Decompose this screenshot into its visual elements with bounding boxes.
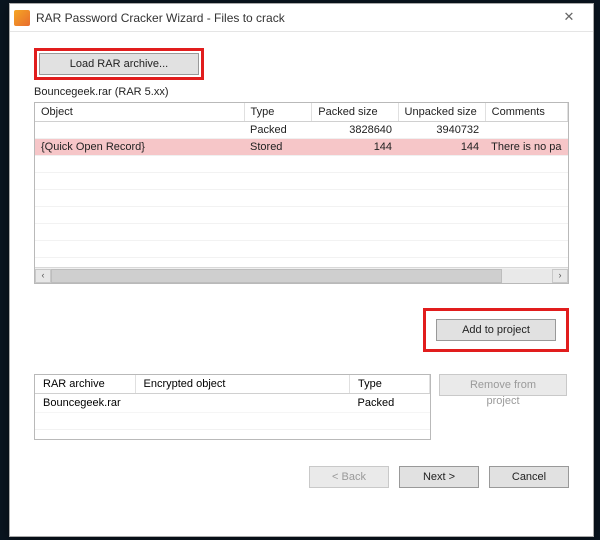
cancel-button[interactable]: Cancel — [489, 466, 569, 488]
app-icon — [14, 10, 30, 26]
scroll-thumb[interactable] — [51, 269, 502, 283]
archive-contents-table: Object Type Packed size Unpacked size Co… — [34, 102, 569, 284]
scroll-left-icon[interactable]: ‹ — [35, 269, 51, 283]
col-comments[interactable]: Comments — [485, 103, 567, 122]
col-encrypted-object[interactable]: Encrypted object — [135, 375, 350, 394]
remove-from-project-button: Remove from project — [439, 374, 567, 396]
col-object[interactable]: Object — [35, 103, 244, 122]
table-header-row: Object Type Packed size Unpacked size Co… — [35, 103, 568, 122]
col-type[interactable]: Type — [350, 375, 430, 394]
table-header-row: RAR archive Encrypted object Type — [35, 375, 430, 394]
col-unpacked-size[interactable]: Unpacked size — [398, 103, 485, 122]
client-area: Load RAR archive... Bouncegeek.rar (RAR … — [10, 32, 593, 500]
table-row[interactable]: {Quick Open Record} Stored 144 144 There… — [35, 139, 568, 156]
horizontal-scrollbar[interactable]: ‹ › — [35, 267, 568, 283]
filename-label: Bouncegeek.rar (RAR 5.xx) — [34, 86, 569, 98]
col-rar-archive[interactable]: RAR archive — [35, 375, 135, 394]
col-packed-size[interactable]: Packed size — [312, 103, 398, 122]
table-row[interactable]: Bouncegeek.rar Packed — [35, 394, 430, 413]
table-row[interactable]: Packed 3828640 3940732 — [35, 122, 568, 139]
app-window: RAR Password Cracker Wizard - Files to c… — [9, 3, 594, 537]
titlebar: RAR Password Cracker Wizard - Files to c… — [10, 4, 593, 32]
next-button[interactable]: Next > — [399, 466, 479, 488]
close-icon[interactable]: ✕ — [549, 6, 589, 30]
scroll-right-icon[interactable]: › — [552, 269, 568, 283]
scroll-track[interactable] — [51, 269, 552, 283]
wizard-buttons: < Back Next > Cancel — [34, 466, 569, 488]
highlight-load: Load RAR archive... — [34, 48, 204, 80]
load-rar-button[interactable]: Load RAR archive... — [39, 53, 199, 75]
add-to-project-button[interactable]: Add to project — [436, 319, 556, 341]
highlight-add: Add to project — [423, 308, 569, 352]
back-button: < Back — [309, 466, 389, 488]
project-table: RAR archive Encrypted object Type Bounce… — [34, 374, 431, 440]
window-title: RAR Password Cracker Wizard - Files to c… — [36, 11, 549, 25]
col-type[interactable]: Type — [244, 103, 312, 122]
